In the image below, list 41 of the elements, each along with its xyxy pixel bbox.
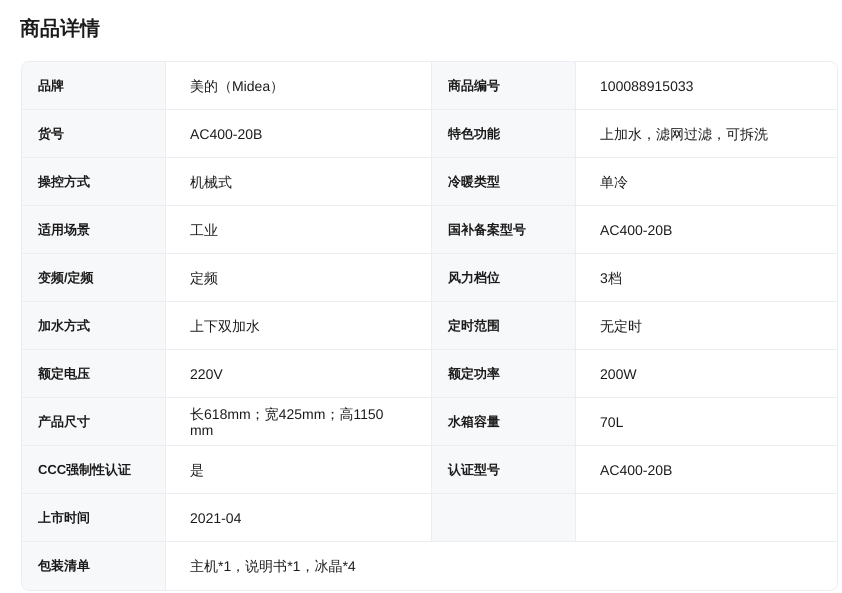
- spec-label: 包装清单: [38, 557, 90, 576]
- spec-value: 定频: [190, 270, 218, 286]
- spec-label: 适用场景: [38, 220, 90, 239]
- spec-label: 操控方式: [38, 172, 90, 191]
- spec-label: 特色功能: [448, 124, 500, 143]
- spec-label: 认证型号: [448, 460, 500, 479]
- spec-value: 主机*1，说明书*1，冰晶*4: [190, 558, 356, 574]
- spec-label: 额定电压: [38, 364, 90, 383]
- spec-value: 无定时: [600, 318, 642, 334]
- spec-label: 水箱容量: [448, 412, 500, 431]
- spec-label: 国补备案型号: [448, 220, 526, 239]
- spec-label: 额定功率: [448, 364, 500, 383]
- spec-label: 冷暖类型: [448, 172, 500, 191]
- spec-value: 是: [190, 462, 204, 478]
- spec-value: 上加水，滤网过滤，可拆洗: [600, 126, 768, 142]
- spec-value: 上下双加水: [190, 318, 260, 334]
- spec-value: 美的（Midea）: [190, 78, 284, 94]
- spec-label: CCC强制性认证: [38, 460, 132, 479]
- spec-value: 工业: [190, 222, 218, 238]
- spec-value: 100088915033: [600, 78, 694, 94]
- spec-value: AC400-20B: [600, 462, 672, 478]
- spec-label: 品牌: [38, 76, 64, 95]
- spec-label: 上市时间: [38, 508, 90, 527]
- spec-label: 货号: [38, 124, 64, 143]
- spec-value: 3档: [600, 270, 622, 286]
- spec-value: AC400-20B: [600, 222, 672, 238]
- spec-value: AC400-20B: [190, 126, 262, 142]
- spec-label: 定时范围: [448, 316, 500, 335]
- spec-value: 220V: [190, 366, 223, 382]
- spec-value: 长618mm；宽425mm；高1150 mm: [190, 406, 384, 438]
- spec-value: 70L: [600, 414, 624, 430]
- spec-value: 单冷: [600, 174, 628, 190]
- spec-value: 200W: [600, 366, 637, 382]
- spec-label: 商品编号: [448, 76, 500, 95]
- spec-value: 机械式: [190, 174, 232, 190]
- spec-label: 产品尺寸: [38, 412, 90, 431]
- spec-value: 2021-04: [190, 510, 242, 526]
- section-title: 商品详情: [20, 16, 101, 42]
- spec-label: 风力档位: [448, 268, 500, 287]
- spec-label: 加水方式: [38, 316, 90, 335]
- spec-label: 变频/定频: [38, 268, 94, 287]
